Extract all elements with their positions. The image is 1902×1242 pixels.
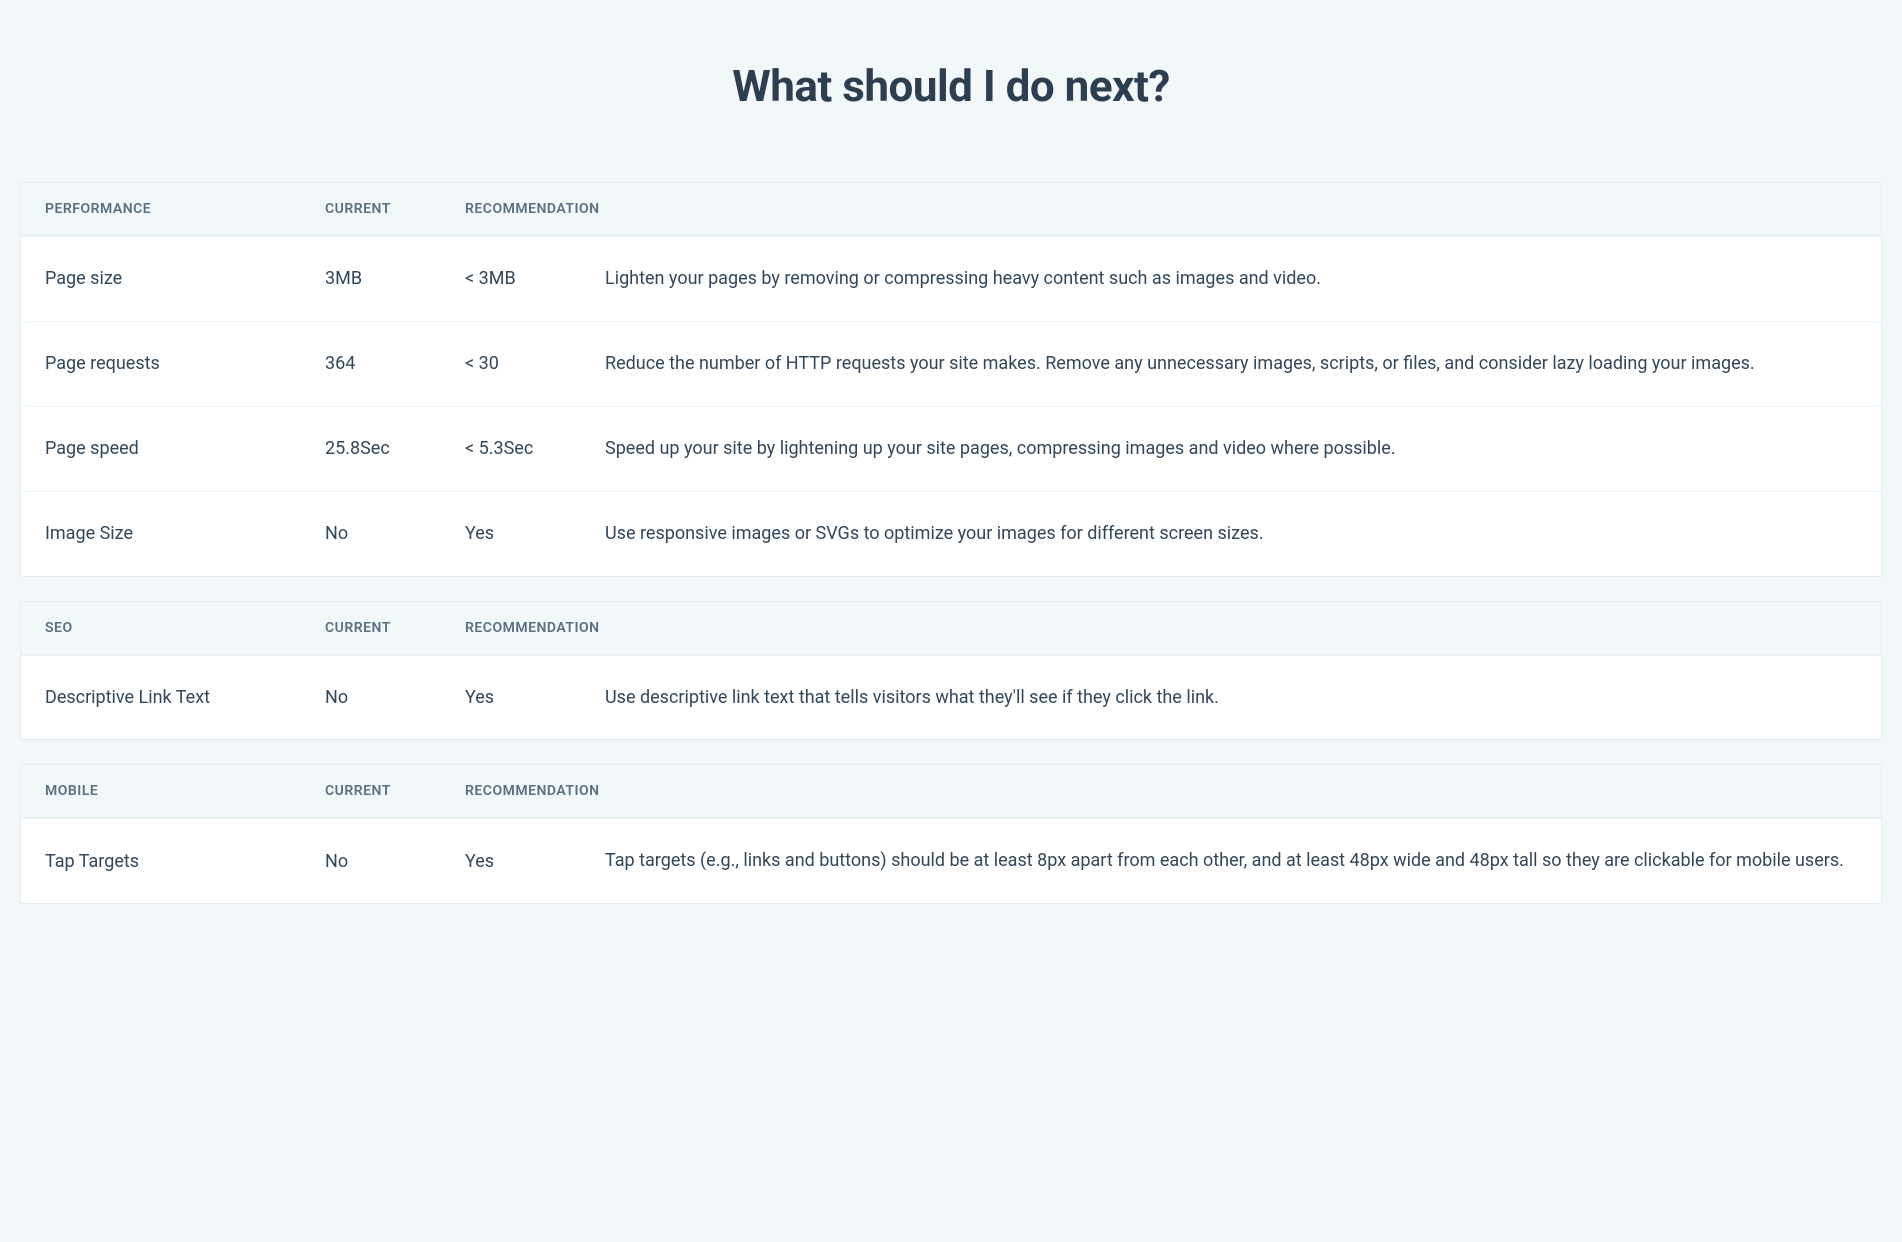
row-label: Tap Targets (45, 851, 325, 872)
row-description: Tap targets (e.g., links and buttons) sh… (605, 847, 1857, 875)
row-recommendation: < 30 (465, 353, 605, 374)
table-row: Page size3MB< 3MBLighten your pages by r… (21, 236, 1881, 321)
column-recommendation: RECOMMENDATION (465, 201, 605, 217)
row-current: No (325, 851, 465, 872)
page-container: What should I do next? PERFORMANCECURREN… (20, 60, 1882, 904)
section-name: MOBILE (45, 783, 325, 799)
table-row: Page requests364< 30Reduce the number of… (21, 321, 1881, 406)
row-description: Speed up your site by lightening up your… (605, 435, 1857, 463)
row-recommendation: Yes (465, 851, 605, 872)
column-description-spacer (605, 783, 1857, 799)
sections-wrapper: PERFORMANCECURRENTRECOMMENDATIONPage siz… (20, 182, 1882, 904)
row-description: Use responsive images or SVGs to optimiz… (605, 520, 1857, 548)
column-current: CURRENT (325, 201, 465, 217)
row-description: Use descriptive link text that tells vis… (605, 684, 1857, 712)
row-description: Lighten your pages by removing or compre… (605, 265, 1857, 293)
section-performance: PERFORMANCECURRENTRECOMMENDATIONPage siz… (20, 182, 1882, 577)
column-recommendation: RECOMMENDATION (465, 783, 605, 799)
row-current: 25.8Sec (325, 438, 465, 459)
row-label: Descriptive Link Text (45, 687, 325, 708)
page-title: What should I do next? (20, 60, 1882, 112)
row-recommendation: < 3MB (465, 268, 605, 289)
column-description-spacer (605, 201, 1857, 217)
section-mobile: MOBILECURRENTRECOMMENDATIONTap TargetsNo… (20, 764, 1882, 904)
column-current: CURRENT (325, 783, 465, 799)
row-label: Page requests (45, 353, 325, 374)
section-header: PERFORMANCECURRENTRECOMMENDATION (21, 183, 1881, 236)
section-header: SEOCURRENTRECOMMENDATION (21, 602, 1881, 655)
row-label: Image Size (45, 523, 325, 544)
row-current: No (325, 523, 465, 544)
table-row: Image SizeNoYesUse responsive images or … (21, 491, 1881, 576)
row-recommendation: Yes (465, 523, 605, 544)
section-name: PERFORMANCE (45, 201, 325, 217)
row-current: 364 (325, 353, 465, 374)
row-current: No (325, 687, 465, 708)
row-description: Reduce the number of HTTP requests your … (605, 350, 1857, 378)
column-current: CURRENT (325, 620, 465, 636)
section-name: SEO (45, 620, 325, 636)
column-description-spacer (605, 620, 1857, 636)
table-row: Descriptive Link TextNoYesUse descriptiv… (21, 655, 1881, 740)
section-header: MOBILECURRENTRECOMMENDATION (21, 765, 1881, 818)
section-seo: SEOCURRENTRECOMMENDATIONDescriptive Link… (20, 601, 1882, 741)
column-recommendation: RECOMMENDATION (465, 620, 605, 636)
table-row: Tap TargetsNoYesTap targets (e.g., links… (21, 818, 1881, 903)
row-label: Page size (45, 268, 325, 289)
row-recommendation: Yes (465, 687, 605, 708)
table-row: Page speed25.8Sec< 5.3SecSpeed up your s… (21, 406, 1881, 491)
row-label: Page speed (45, 438, 325, 459)
row-recommendation: < 5.3Sec (465, 438, 605, 459)
row-current: 3MB (325, 268, 465, 289)
